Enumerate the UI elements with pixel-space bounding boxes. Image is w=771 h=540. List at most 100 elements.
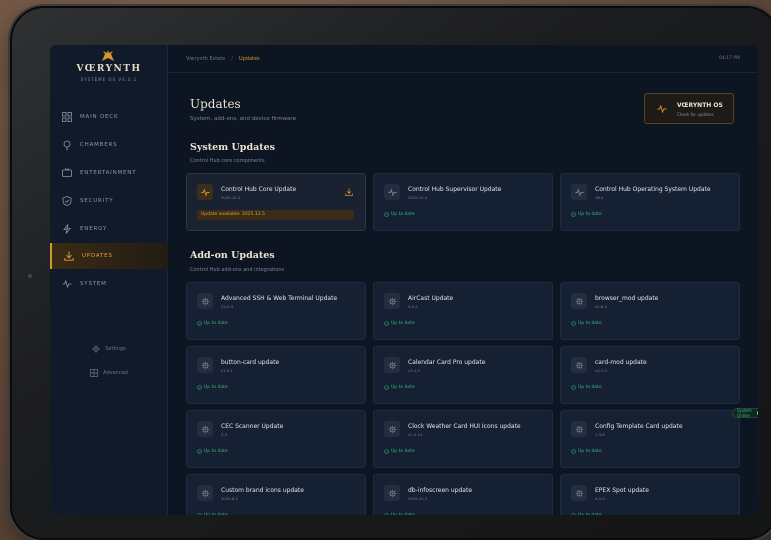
addon-update-card[interactable]: Advanced SSH & Web Terminal Update 22.0.3…: [186, 282, 366, 340]
check-circle-icon: [571, 513, 576, 515]
update-card-core[interactable]: Control Hub Core Update 2025.12.4 Update…: [186, 173, 366, 231]
advanced-label: Advanced: [103, 370, 128, 376]
sidebar-item-updates[interactable]: UPDATES: [50, 243, 168, 269]
breadcrumb-home[interactable]: Vœrynth Estate: [186, 56, 225, 62]
puzzle-gear-icon: [201, 297, 209, 305]
status-text: Up to date: [204, 385, 228, 390]
puzzle-gear-icon: [575, 297, 583, 305]
card-version: v2.6.4: [595, 304, 607, 309]
status-text: Up to date: [578, 212, 602, 217]
sidebar: VŒRYNTH SYSTÈME OS V4.0.1 MAIN DECK CHAM…: [50, 45, 168, 515]
status-text: Up to date: [204, 449, 228, 454]
status-text: Up to date: [391, 385, 415, 390]
tv-icon: [62, 168, 72, 177]
sidebar-item-energy[interactable]: ENERGY: [50, 216, 168, 242]
grid-icon: [62, 112, 72, 122]
status-text: Up to date: [578, 449, 602, 454]
addon-update-card[interactable]: EPEX Spot update 4.0.0 Up to date: [560, 474, 740, 515]
card-version: 22.0.3: [221, 304, 234, 309]
brand-name: VŒRYNTH: [76, 64, 142, 74]
check-circle-icon: [384, 513, 389, 515]
card-version: v4.1.0: [595, 368, 607, 373]
card-version: 2025.12.4: [221, 195, 241, 200]
card-icon-box: [197, 293, 213, 309]
card-icon-box: [197, 357, 213, 373]
card-version: v1.0.10: [408, 432, 423, 437]
status-up-to-date: Up to date: [384, 513, 415, 515]
update-card-supervisor[interactable]: Control Hub Supervisor Update 2025.12.3 …: [373, 173, 553, 231]
page-title: Updates: [190, 97, 241, 111]
check-circle-icon: [197, 321, 202, 326]
online-dot: [756, 411, 758, 415]
os-button-title: VŒRYNTH OS: [677, 102, 723, 109]
system-section-subtitle: Control Hub core components: [190, 158, 265, 164]
addon-update-card[interactable]: AirCast Update 5.0.2 Up to date: [373, 282, 553, 340]
addon-update-card[interactable]: button-card update v7.0.1 Up to date: [186, 346, 366, 404]
addon-section-title: Add-on Updates: [190, 250, 275, 261]
check-circle-icon: [197, 449, 202, 454]
grid-small-icon: [90, 369, 98, 377]
status-up-to-date: Up to date: [384, 385, 415, 390]
status-text: Up to date: [204, 321, 228, 326]
card-title: Control Hub Core Update: [221, 186, 297, 193]
addon-update-card[interactable]: browser_mod update v2.6.4 Up to date: [560, 282, 740, 340]
status-badge-text: System Online: [737, 408, 752, 418]
status-text: Up to date: [391, 321, 415, 326]
addon-update-card[interactable]: db-infoscreen update 2025.10.2 Up to date: [373, 474, 553, 515]
check-circle-icon: [197, 385, 202, 390]
addon-update-card[interactable]: card-mod update v4.1.0 Up to date: [560, 346, 740, 404]
sidebar-item-chambers[interactable]: CHAMBERS: [50, 132, 168, 158]
status-up-to-date: Up to date: [571, 212, 602, 217]
sidebar-item-entertainment[interactable]: ENTERTAINMENT: [50, 160, 168, 186]
check-updates-button[interactable]: VŒRYNTH OS Check for updates: [644, 93, 734, 124]
addon-update-card[interactable]: Custom brand icons update 2025.8.1 Up to d…: [186, 474, 366, 515]
gear-icon: [92, 345, 100, 353]
puzzle-gear-icon: [575, 425, 583, 433]
status-up-to-date: Up to date: [197, 385, 228, 390]
bolt-icon: [63, 224, 71, 234]
sidebar-item-label: ENERGY: [80, 226, 108, 232]
settings-link[interactable]: Settings: [50, 345, 168, 353]
status-up-to-date: Up to date: [384, 449, 415, 454]
card-icon-box: [384, 357, 400, 373]
lightbulb-icon: [63, 140, 71, 150]
addon-update-card[interactable]: Clock Weather Card HUI Icons update v1.0.…: [373, 410, 553, 468]
update-available-banner: Update available: 2025.12.5: [197, 210, 354, 220]
puzzle-gear-icon: [201, 425, 209, 433]
card-title: AirCast Update: [408, 295, 454, 302]
status-text: Up to date: [391, 212, 415, 217]
sidebar-item-main-deck[interactable]: MAIN DECK: [50, 104, 168, 130]
check-circle-icon: [571, 385, 576, 390]
puzzle-gear-icon: [388, 297, 396, 305]
check-circle-icon: [571, 321, 576, 326]
status-up-to-date: Up to date: [384, 321, 415, 326]
update-card-os[interactable]: Control Hub Operating System Update 16.3…: [560, 173, 740, 231]
check-circle-icon: [384, 385, 389, 390]
download-icon[interactable]: [345, 188, 353, 196]
card-title: button-card update: [221, 359, 280, 366]
card-icon-box: [197, 485, 213, 501]
addon-update-card[interactable]: Config Template Card update 1.3.6 Up to da…: [560, 410, 740, 468]
griffin-logo-icon: [102, 50, 114, 61]
addon-update-card[interactable]: CEC Scanner Update 3.0 Up to date: [186, 410, 366, 468]
sidebar-item-label: SYSTEM: [80, 281, 107, 287]
addon-update-card[interactable]: Calendar Card Pro update v3.1.0 Up to date: [373, 346, 553, 404]
sidebar-item-system[interactable]: SYSTEM: [50, 271, 168, 297]
sidebar-item-label: MAIN DECK: [80, 114, 119, 120]
card-icon-box: [384, 421, 400, 437]
settings-label: Settings: [105, 346, 126, 352]
pulse-icon: [200, 187, 210, 197]
clock: 04:17 PM: [719, 56, 740, 61]
status-up-to-date: Up to date: [384, 212, 415, 217]
addon-section-subtitle: Control Hub add-ons and integrations: [190, 267, 285, 273]
card-version: 3.0: [221, 432, 228, 437]
screen: VŒRYNTH SYSTÈME OS V4.0.1 MAIN DECK CHAM…: [50, 45, 758, 515]
download-icon: [64, 251, 74, 261]
sidebar-item-security[interactable]: SECURITY: [50, 188, 168, 214]
check-circle-icon: [571, 449, 576, 454]
status-up-to-date: Up to date: [571, 513, 602, 515]
status-up-to-date: Up to date: [197, 513, 228, 515]
puzzle-gear-icon: [388, 489, 396, 497]
tablet-frame: VŒRYNTH SYSTÈME OS V4.0.1 MAIN DECK CHAM…: [10, 6, 771, 540]
advanced-link[interactable]: Advanced: [50, 369, 168, 377]
